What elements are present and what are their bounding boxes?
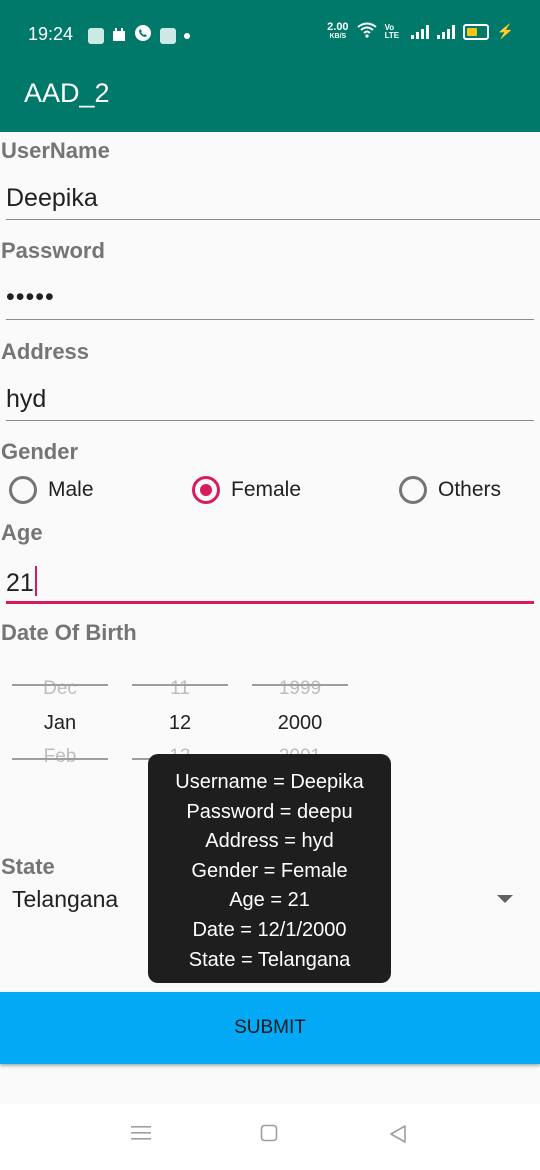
app-title: AAD_2 <box>24 78 110 108</box>
month-next[interactable]: Feb <box>12 746 108 768</box>
navigation-bar <box>0 1104 540 1170</box>
password-underline <box>6 319 534 320</box>
calendar-icon <box>112 27 126 44</box>
username-field[interactable]: Deepika <box>6 184 98 213</box>
charging-bolt-icon: ⚡ <box>496 23 514 39</box>
net-speed: 2.00 <box>327 20 349 33</box>
address-label: Address <box>1 339 90 364</box>
radio-male-label: Male <box>48 478 94 501</box>
text-cursor <box>34 566 37 596</box>
toast-line: State = Telangana <box>188 948 351 971</box>
app-bar: AAD_2 <box>0 48 540 132</box>
toast-line: Username = Deepika <box>175 771 364 793</box>
back-icon[interactable] <box>388 1124 408 1149</box>
day-prev[interactable]: 11 <box>132 678 228 700</box>
toast-line: Address = hyd <box>205 830 334 853</box>
net-unit: KB/S <box>329 32 347 40</box>
state-label: State <box>1 854 55 879</box>
volte-label: Vo LTE <box>384 22 400 40</box>
month-divider-top <box>12 684 108 686</box>
dob-label: Date Of Birth <box>1 620 137 645</box>
menu-icon[interactable] <box>131 1124 151 1147</box>
radio-unchecked-icon <box>9 476 37 504</box>
gallery-icon <box>88 27 104 44</box>
year-divider-top <box>252 684 348 686</box>
home-icon[interactable] <box>260 1124 278 1147</box>
address-underline <box>6 420 534 421</box>
gender-label: Gender <box>1 439 79 464</box>
radio-others[interactable]: Others <box>399 476 501 504</box>
status-bar: 19:24 2.00 KB/S Vo LTE ⚡ <box>0 0 540 48</box>
day-divider-top <box>132 684 228 686</box>
address-field[interactable]: hyd <box>6 385 46 414</box>
signal-icon <box>436 24 455 39</box>
password-field[interactable]: ••••• <box>6 283 55 312</box>
radio-female-label: Female <box>231 478 302 501</box>
signal-icon <box>410 24 429 39</box>
month-divider-bottom <box>12 758 108 760</box>
wifi-icon <box>356 22 377 41</box>
age-underline <box>6 601 534 604</box>
username-label: UserName <box>1 138 110 163</box>
username-underline <box>6 219 540 220</box>
toast-line: Password = deepu <box>186 800 353 823</box>
toast-line: Age = 21 <box>229 889 310 912</box>
toast-message: Username = Deepika Password = deepu Addr… <box>148 754 391 983</box>
radio-checked-icon <box>192 476 220 504</box>
dot-icon <box>184 32 190 39</box>
submit-button[interactable]: SUBMIT <box>0 992 540 1064</box>
age-field[interactable]: 21 <box>6 566 37 598</box>
phone-icon <box>134 24 152 47</box>
month-selected[interactable]: Jan <box>12 712 108 735</box>
status-time: 19:24 <box>28 24 74 44</box>
age-label: Age <box>1 520 43 545</box>
radio-unchecked-icon <box>399 476 427 504</box>
password-label: Password <box>1 238 105 263</box>
day-selected[interactable]: 12 <box>132 712 228 735</box>
toast-line: Date = 12/1/2000 <box>192 918 347 941</box>
age-value: 21 <box>6 569 34 597</box>
radio-others-label: Others <box>438 478 502 501</box>
app-icon <box>160 27 176 44</box>
year-prev[interactable]: 1999 <box>252 678 348 700</box>
year-selected[interactable]: 2000 <box>252 712 348 735</box>
battery-charging-icon <box>462 23 489 40</box>
radio-female[interactable]: Female <box>192 476 301 504</box>
radio-male[interactable]: Male <box>9 476 94 504</box>
state-spinner[interactable]: Telangana <box>12 886 118 913</box>
month-prev[interactable]: Dec <box>12 678 108 700</box>
toast-line: Gender = Female <box>191 859 348 882</box>
dropdown-arrow-icon[interactable] <box>497 895 513 903</box>
